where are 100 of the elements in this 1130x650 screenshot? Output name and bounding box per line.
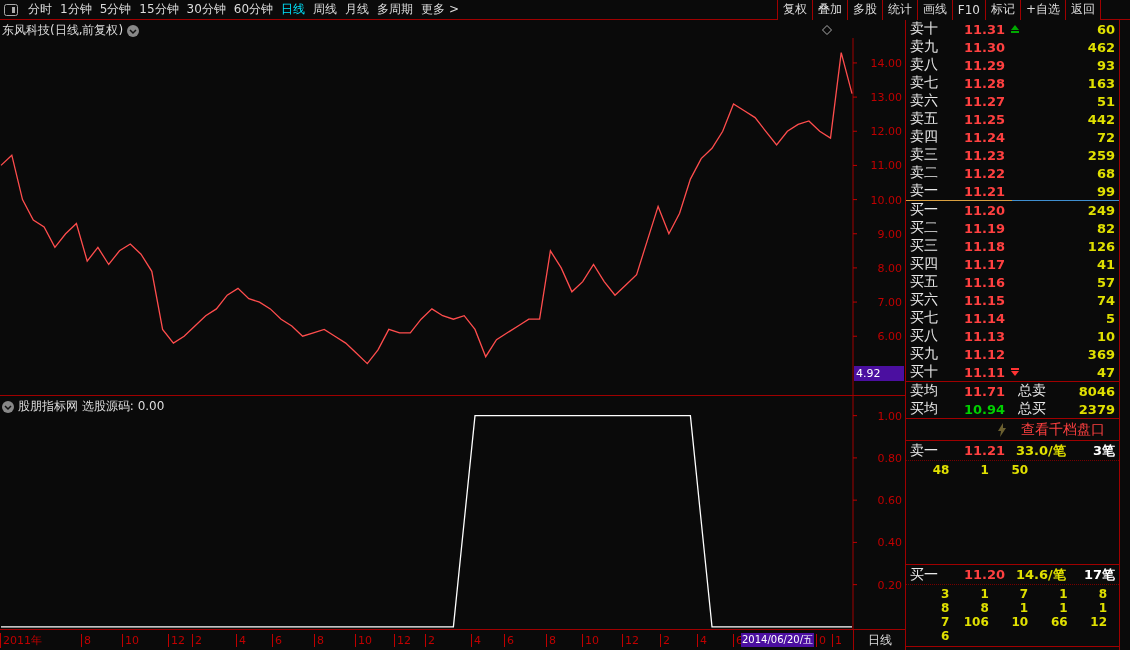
price-value: 11.12 [964, 346, 1006, 362]
order-size: 66 [1049, 615, 1068, 629]
level-label: 买九 [910, 345, 939, 363]
order-size: 10 [1010, 615, 1029, 629]
price-value: 11.31 [964, 21, 1006, 37]
price-value: 11.25 [964, 111, 1006, 127]
order-size: 1 [979, 587, 989, 601]
order-size: 106 [962, 615, 989, 629]
total-value: 2379 [1078, 401, 1115, 417]
level-label: 卖九 [910, 38, 939, 56]
time-axis-label: 4 [236, 633, 272, 647]
average-label: 卖均 [910, 382, 939, 400]
volume-value: 163 [1087, 75, 1115, 91]
axis-label: 8.00 [877, 261, 902, 275]
volume-value: 369 [1087, 346, 1115, 362]
period-tab[interactable]: 15分钟 [135, 1, 183, 18]
toolbar-button[interactable]: 画线 [916, 0, 952, 20]
up-arrow-icon [1011, 25, 1020, 33]
time-axis-label: 4 [697, 633, 733, 647]
period-tab[interactable]: 60分钟 [229, 1, 278, 18]
volume-value: 259 [1087, 147, 1115, 163]
level-label: 买六 [910, 291, 939, 309]
time-axis-label: 12 [394, 633, 425, 647]
price-value: 11.11 [964, 364, 1006, 380]
volume-value: 74 [1096, 292, 1115, 308]
price-value: 11.23 [964, 147, 1006, 163]
time-axis-label: 6 [504, 633, 546, 647]
period-label: 日线 [853, 630, 905, 650]
period-tab[interactable]: 30分钟 [182, 1, 230, 18]
average-per-order: 14.6/笔 [1016, 565, 1067, 584]
period-tab[interactable]: 多周期 [373, 1, 418, 18]
level-label: 买五 [910, 273, 939, 291]
period-tab[interactable]: 日线 [277, 1, 310, 18]
period-tab[interactable]: 月线 [341, 1, 374, 18]
level-label: 卖六 [910, 92, 939, 110]
volume-value: 68 [1096, 165, 1115, 181]
toolbar-button[interactable]: F10 [951, 0, 985, 20]
toolbar-button[interactable]: 标记 [984, 0, 1020, 20]
axis-label: 12.00 [870, 125, 902, 139]
average-price: 11.71 [964, 383, 1007, 399]
order-count: 3笔 [1092, 441, 1115, 460]
level-label: 卖四 [910, 128, 939, 146]
time-axis-label: 2011年 [0, 632, 81, 648]
level-label: 买二 [910, 219, 939, 237]
period-tab[interactable]: 分时 [24, 1, 56, 18]
order-size: 7 [940, 615, 950, 629]
volume-value: 51 [1096, 93, 1115, 109]
price-value: 11.28 [964, 75, 1006, 91]
price-value: 11.18 [964, 238, 1006, 254]
toolbar-button[interactable]: 叠加 [811, 0, 847, 20]
volume-value: 60 [1096, 21, 1115, 37]
order-size: 6 [940, 629, 950, 643]
price-value: 11.29 [964, 57, 1006, 73]
period-tab[interactable]: 周线 [309, 1, 342, 18]
toolbar-button[interactable]: +自选 [1019, 0, 1065, 20]
toolbar-button[interactable]: 返回 [1065, 0, 1100, 20]
axis-label: 0.20 [877, 578, 902, 592]
axis-label: 9.00 [877, 227, 902, 241]
diamond-icon[interactable] [822, 25, 832, 35]
order-size: 3 [940, 587, 950, 601]
level-label: 卖五 [910, 110, 939, 128]
axis-label: 0.80 [877, 451, 902, 465]
toolbar-button[interactable]: 复权 [776, 0, 812, 20]
axis-label: 11.00 [870, 159, 902, 173]
chevron-icon[interactable] [2, 400, 14, 413]
volume-value: 82 [1096, 220, 1115, 236]
level-label: 卖一 [910, 182, 939, 200]
level-label: 卖八 [910, 56, 939, 74]
toolbar-button[interactable]: 统计 [881, 0, 917, 20]
queue-price: 11.21 [964, 443, 1007, 458]
period-tab[interactable]: 更多 > [417, 1, 463, 18]
time-axis-label: 10 [122, 633, 168, 647]
toolbar-button[interactable]: 多股 [846, 0, 882, 20]
level-label: 买三 [910, 237, 939, 255]
depth-link[interactable]: 查看千档盘口 [1021, 420, 1105, 439]
level-label: 买一 [910, 201, 939, 219]
time-axis-label: 10 [355, 633, 394, 647]
price-value: 11.17 [964, 256, 1006, 272]
price-value: 11.24 [964, 129, 1006, 145]
time-axis-label: 10 [582, 633, 622, 647]
price-value: 11.16 [964, 274, 1006, 290]
volume-value: 41 [1096, 256, 1115, 272]
price-value: 11.27 [964, 93, 1006, 109]
level-label: 买四 [910, 255, 939, 273]
volume-value: 72 [1096, 129, 1115, 145]
volume-value: 99 [1096, 183, 1115, 199]
order-size: 8 [1097, 587, 1107, 601]
order-size: 1 [1058, 587, 1068, 601]
price-value: 11.21 [964, 183, 1006, 199]
period-tab[interactable]: 5分钟 [95, 1, 136, 18]
level-label: 买七 [910, 309, 939, 327]
down-arrow-icon [1011, 368, 1020, 376]
indicator-title: 股朋指标网 选股源码: 0.00 [18, 398, 165, 415]
axis-label: 7.00 [877, 296, 902, 310]
queue-price: 11.20 [964, 567, 1007, 582]
average-price: 10.94 [964, 401, 1007, 417]
chevron-icon[interactable] [127, 24, 140, 37]
panel-toggle-icon[interactable] [4, 3, 18, 16]
order-size: 8 [940, 601, 950, 615]
period-tab[interactable]: 1分钟 [56, 1, 96, 18]
